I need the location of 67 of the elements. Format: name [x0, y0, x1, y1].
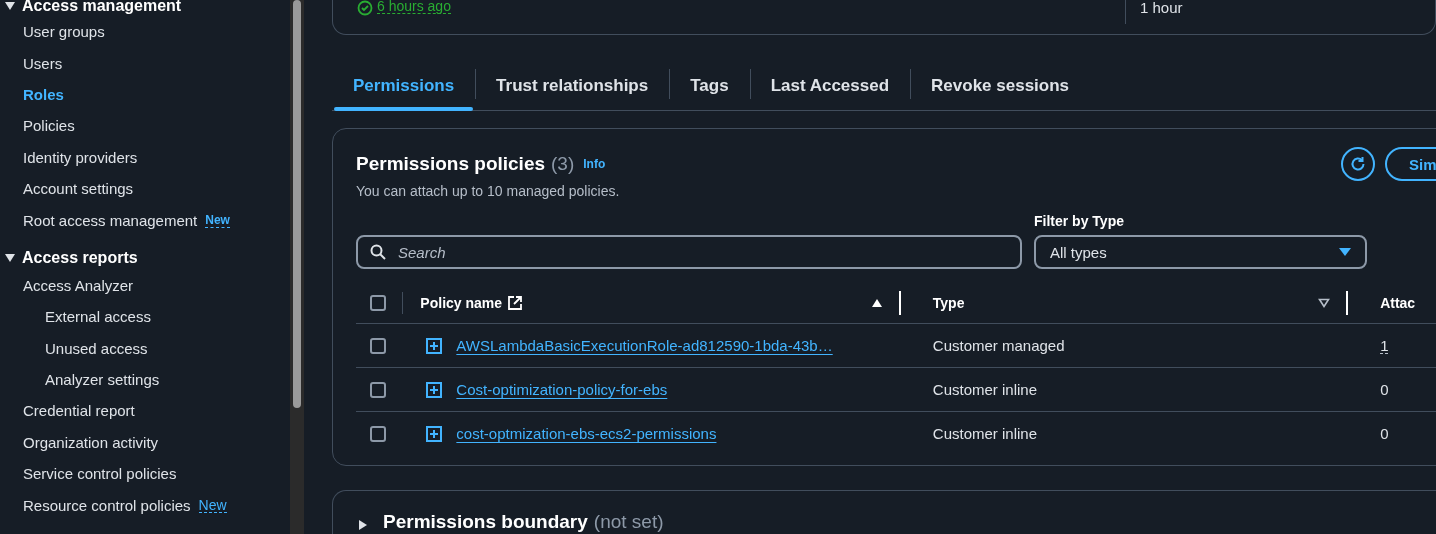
panel-description: You can attach up to 10 managed policies.: [356, 183, 621, 199]
caret-icon[interactable]: [357, 519, 369, 531]
caret-icon[interactable]: [4, 0, 16, 12]
table-cell-text: Customer managed: [931, 337, 1065, 354]
row-checkbox[interactable]: [370, 337, 386, 354]
sidebar-item[interactable]: Unused access: [45, 339, 148, 357]
expand-icon[interactable]: [426, 337, 443, 354]
tab[interactable]: Permissions: [332, 69, 476, 99]
policy-link[interactable]: cost-optmization-ebs-ecs2-permissions: [456, 425, 717, 442]
panel-title[interactable]: Permissions boundary: [383, 511, 588, 532]
boundary-status: (not set): [593, 511, 664, 532]
external-link-icon: [508, 296, 523, 310]
info-link[interactable]: Info: [583, 157, 606, 171]
expand-icon[interactable]: [426, 425, 443, 442]
table-cell: 0: [1380, 381, 1389, 398]
search-field[interactable]: Search: [356, 235, 1022, 269]
sort-icon[interactable]: [1318, 298, 1331, 308]
sidebar-item[interactable]: Access Analyzer: [23, 276, 134, 294]
policy-count: (3): [551, 153, 575, 175]
sidebar-item[interactable]: Identity providers: [23, 148, 138, 166]
tab[interactable]: Trust relationships: [475, 69, 670, 99]
sort-ascending-icon[interactable]: [870, 298, 883, 308]
tab[interactable]: Tags: [669, 69, 750, 99]
filter-label: Filter by Type: [1034, 213, 1125, 229]
table-cell-text: Customer inline: [931, 381, 1037, 398]
column-header[interactable]: Type: [932, 295, 965, 311]
dropdown-caret-icon: [1339, 247, 1351, 257]
tab[interactable]: Last Accessed: [749, 69, 911, 99]
table-cell: 0: [1380, 425, 1389, 442]
sidebar-item[interactable]: Root access management: [23, 211, 198, 229]
new-badge: New: [198, 497, 227, 513]
last-activity-text: 6 hours ago: [377, 0, 451, 14]
sidebar-item[interactable]: User groups: [23, 23, 105, 41]
policy-link[interactable]: AWSLambdaBasicExecutionRole-ad812590-1bda-43b…: [456, 337, 833, 354]
policy-link[interactable]: Cost-optimization-policy-for-ebs: [456, 381, 668, 398]
simulate-button[interactable]: Sim: [1385, 147, 1436, 181]
expand-icon[interactable]: [426, 381, 443, 398]
sidebar-item[interactable]: Organization activity: [23, 433, 159, 451]
column-header[interactable]: Attac: [1380, 295, 1416, 311]
table-cell[interactable]: 1: [1380, 339, 1389, 354]
sidebar-heading[interactable]: Access reports: [22, 248, 138, 267]
new-badge: New: [205, 212, 230, 228]
select-all-checkbox[interactable]: [370, 295, 386, 311]
row-checkbox[interactable]: [370, 381, 386, 398]
sidebar-item[interactable]: Account settings: [23, 180, 134, 198]
sidebar-item[interactable]: Service control policies: [23, 465, 177, 483]
scrollbar[interactable]: [290, 0, 304, 534]
sidebar-item[interactable]: Credential report: [23, 402, 135, 420]
max-session-text: 1 hour: [1140, 0, 1183, 16]
search-icon: [370, 244, 386, 260]
caret-icon[interactable]: [4, 251, 16, 264]
sidebar-item[interactable]: External access: [45, 308, 151, 326]
refresh-icon: [1349, 155, 1367, 173]
refresh-button[interactable]: [1341, 147, 1375, 181]
row-checkbox[interactable]: [370, 425, 386, 442]
check-circle-icon: [357, 0, 373, 16]
panel-title: Permissions policies: [356, 153, 546, 175]
sidebar-item[interactable]: Users: [23, 54, 63, 72]
sidebar-heading[interactable]: Access management: [22, 0, 182, 15]
table-cell-text: Customer inline: [931, 425, 1037, 442]
sidebar-item[interactable]: Policies: [23, 117, 75, 135]
sidebar-item[interactable]: Analyzer settings: [45, 371, 160, 389]
sidebar-item[interactable]: Resource control policies: [23, 496, 191, 514]
sidebar-item[interactable]: Roles: [23, 85, 64, 103]
type-filter-dropdown[interactable]: All types: [1034, 235, 1367, 269]
tab[interactable]: Revoke sessions: [910, 69, 1091, 99]
column-header[interactable]: Policy name: [420, 295, 503, 311]
